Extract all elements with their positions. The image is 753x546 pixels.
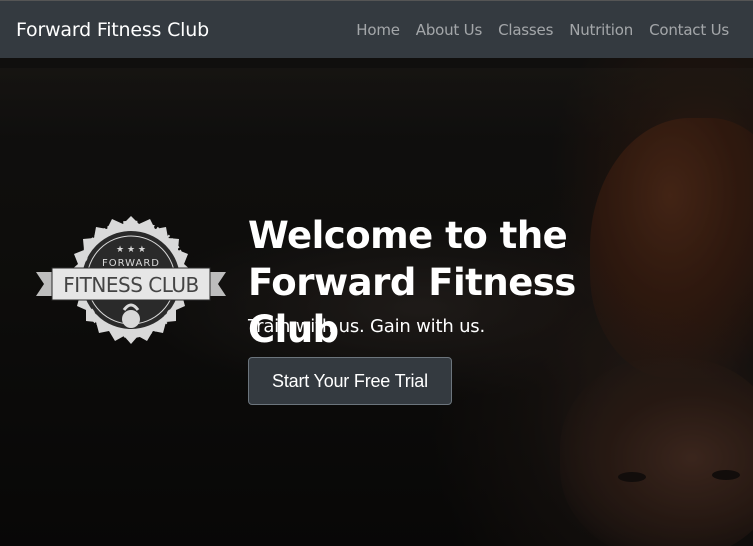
nav-links: Home About Us Classes Nutrition Contact … <box>356 21 729 39</box>
svg-text:★ ★ ★: ★ ★ ★ <box>116 245 146 255</box>
nav-link-classes[interactable]: Classes <box>498 21 553 39</box>
navbar: Forward Fitness Club Home About Us Class… <box>0 0 753 58</box>
hero-subtitle: Train with us. Gain with us. <box>248 316 485 337</box>
nav-link-contact-us[interactable]: Contact Us <box>649 21 729 39</box>
start-free-trial-button[interactable]: Start Your Free Trial <box>248 357 452 405</box>
logo-banner-text: FITNESS CLUB <box>63 273 198 297</box>
hero-section: GAIN MORE WITH US ★ ★ ★ FORWARD FITNESS … <box>0 58 753 546</box>
nav-link-about-us[interactable]: About Us <box>416 21 483 39</box>
nav-link-home[interactable]: Home <box>356 21 400 39</box>
fitness-club-logo: GAIN MORE WITH US ★ ★ ★ FORWARD FITNESS … <box>36 216 226 344</box>
hero-title-line-2: Forward Fitness Club <box>248 261 576 351</box>
hero-title-line-1: Welcome to the <box>248 214 568 257</box>
logo-small-text: FORWARD <box>102 258 160 269</box>
brand-link[interactable]: Forward Fitness Club <box>16 19 209 41</box>
nav-link-nutrition[interactable]: Nutrition <box>569 21 633 39</box>
